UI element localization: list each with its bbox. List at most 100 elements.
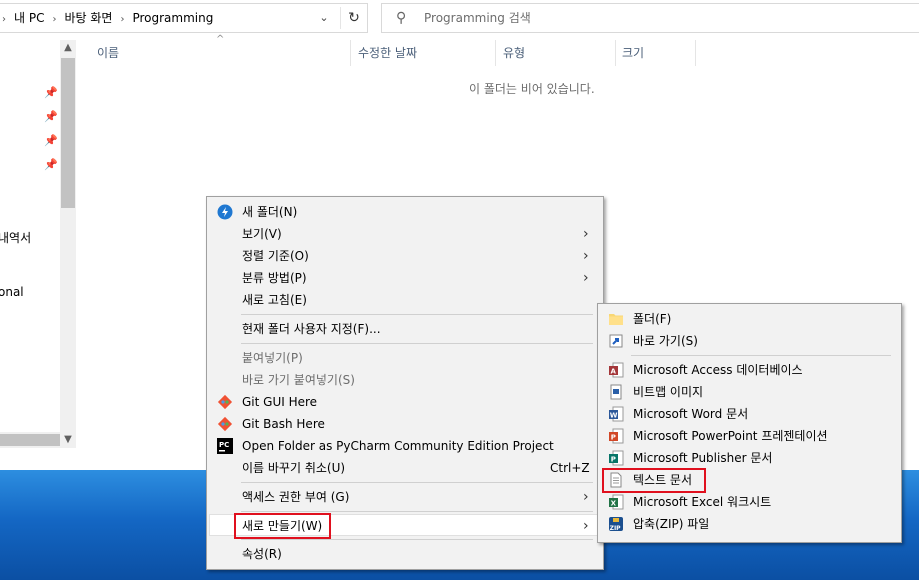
submenu-item-word[interactable]: W Microsoft Word 문서	[600, 403, 899, 425]
svg-text:P: P	[611, 434, 616, 442]
chevron-right-icon: ›	[583, 226, 589, 242]
menu-item-give-access[interactable]: 액세스 권한 부여 (G) ›	[209, 486, 601, 508]
excel-icon: X	[609, 494, 624, 510]
menu-item-git-bash[interactable]: Git Bash Here	[209, 413, 601, 435]
menu-item-label: Git GUI Here	[242, 395, 318, 409]
menu-item-label: Microsoft Word 문서	[633, 407, 749, 421]
column-divider[interactable]	[615, 40, 616, 66]
menu-item-label: 압축(ZIP) 파일	[633, 517, 710, 531]
column-header-modified[interactable]: 수정한 날짜	[358, 40, 417, 66]
menu-item-label: Microsoft Access 데이터베이스	[633, 363, 803, 377]
powerpoint-icon: P	[609, 428, 624, 444]
column-divider[interactable]	[695, 40, 696, 66]
menu-item-refresh[interactable]: 새로 고침(E)	[209, 289, 601, 311]
svg-text:W: W	[610, 412, 618, 420]
chevron-right-icon: ›	[583, 489, 589, 505]
word-icon: W	[609, 406, 624, 422]
menu-item-label: 바로 가기(S)	[633, 334, 698, 348]
submenu-item-access[interactable]: A Microsoft Access 데이터베이스	[600, 359, 899, 381]
menu-item-paste-shortcut[interactable]: 바로 가기 붙여넣기(S)	[209, 369, 601, 391]
nav-item[interactable]: onal	[0, 285, 24, 299]
submenu-item-zip[interactable]: ZIP 압축(ZIP) 파일	[600, 513, 899, 535]
column-header-type[interactable]: 유형	[503, 40, 525, 66]
menu-item-label: Open Folder as PyCharm Community Edition…	[242, 439, 554, 453]
context-menu: 새 폴더(N) 보기(V) › 정렬 기준(O) › 분류 방법(P) › 새로…	[206, 196, 604, 570]
submenu-item-publisher[interactable]: P Microsoft Publisher 문서	[600, 447, 899, 469]
menu-item-pycharm[interactable]: PC Open Folder as PyCharm Community Edit…	[209, 435, 601, 457]
menu-item-label: 새로 고침(E)	[242, 293, 307, 307]
breadcrumb-item-programming[interactable]: Programming	[132, 4, 213, 32]
empty-folder-message: 이 폴더는 비어 있습니다.	[469, 82, 595, 96]
menu-item-label: 현재 폴더 사용자 지정(F)...	[242, 322, 381, 336]
menu-item-label: 이름 바꾸기 취소(U)	[242, 461, 346, 475]
scrollbar-thumb[interactable]	[61, 58, 75, 208]
nav-item[interactable]: 내역서	[0, 229, 31, 246]
menu-item-label: 비트맵 이미지	[633, 385, 704, 399]
git-icon	[217, 394, 233, 410]
menu-item-shortcut: Ctrl+Z	[550, 461, 590, 475]
submenu-item-excel[interactable]: X Microsoft Excel 워크시트	[600, 491, 899, 513]
shortcut-icon	[609, 334, 623, 348]
pin-icon: 📌	[44, 158, 58, 171]
scrollbar-thumb[interactable]	[0, 434, 60, 446]
dropbox-icon	[217, 204, 233, 220]
breadcrumb-separator-icon: ›	[2, 14, 6, 25]
refresh-icon[interactable]: ↻	[340, 7, 367, 29]
breadcrumb-separator-icon: ›	[120, 14, 125, 25]
nav-vertical-scrollbar[interactable]: ▲ ▼	[60, 40, 76, 448]
search-icon: ⚲	[396, 10, 407, 26]
menu-separator	[241, 343, 593, 344]
menu-item-properties[interactable]: 속성(R)	[209, 543, 601, 565]
search-input[interactable]: Programming 검색	[424, 4, 531, 32]
highlight-box	[234, 513, 331, 539]
highlight-box	[602, 468, 706, 493]
svg-text:P: P	[611, 456, 616, 464]
breadcrumb: › 내 PC › 바탕 화면 › Programming	[0, 4, 213, 32]
menu-item-paste[interactable]: 붙여넣기(P)	[209, 347, 601, 369]
submenu-item-shortcut[interactable]: 바로 가기(S)	[600, 330, 899, 352]
scroll-up-icon[interactable]: ▲	[60, 40, 76, 56]
menu-item-sort-by[interactable]: 정렬 기준(O) ›	[209, 245, 601, 267]
menu-item-view[interactable]: 보기(V) ›	[209, 223, 601, 245]
zip-icon: ZIP	[609, 517, 623, 532]
chevron-down-icon[interactable]: ⌄	[317, 11, 331, 25]
chevron-right-icon: ›	[583, 248, 589, 264]
submenu-item-powerpoint[interactable]: P Microsoft PowerPoint 프레젠테이션	[600, 425, 899, 447]
menu-item-label: 분류 방법(P)	[242, 271, 307, 285]
column-divider[interactable]	[495, 40, 496, 66]
menu-separator	[631, 355, 891, 356]
menu-item-label: 새 폴더(N)	[242, 205, 298, 219]
pin-icon: 📌	[44, 86, 58, 99]
submenu-item-bitmap[interactable]: 비트맵 이미지	[600, 381, 899, 403]
menu-separator	[241, 511, 593, 512]
menu-separator	[241, 482, 593, 483]
navigation-pane: 📌 📌 📌 📌 내역서 onal	[0, 40, 60, 450]
menu-item-label: 바로 가기 붙여넣기(S)	[242, 373, 355, 387]
menu-separator	[241, 539, 593, 540]
address-bar[interactable]: › 내 PC › 바탕 화면 › Programming ⌄ ↻	[0, 3, 368, 33]
menu-item-undo-rename[interactable]: 이름 바꾸기 취소(U) Ctrl+Z	[209, 457, 601, 479]
publisher-icon: P	[609, 450, 624, 466]
breadcrumb-item-my-pc[interactable]: 내 PC	[14, 4, 44, 32]
scroll-down-icon[interactable]: ▼	[60, 432, 76, 448]
nav-horizontal-scrollbar[interactable]	[0, 432, 60, 448]
column-header-name[interactable]: 이름	[97, 40, 119, 66]
column-divider[interactable]	[350, 40, 351, 66]
folder-icon	[609, 314, 623, 325]
menu-item-group-by[interactable]: 분류 방법(P) ›	[209, 267, 601, 289]
search-box[interactable]: ⚲ Programming 검색	[381, 3, 919, 33]
menu-item-label: Microsoft Excel 워크시트	[633, 495, 772, 509]
menu-item-git-gui[interactable]: Git GUI Here	[209, 391, 601, 413]
menu-item-label: 보기(V)	[242, 227, 282, 241]
pycharm-icon: PC	[217, 438, 233, 454]
menu-item-label: 속성(R)	[242, 547, 282, 561]
menu-item-label: Git Bash Here	[242, 417, 325, 431]
menu-item-customize-folder[interactable]: 현재 폴더 사용자 지정(F)...	[209, 318, 601, 340]
svg-text:A: A	[611, 368, 617, 376]
column-header-size[interactable]: 크기	[622, 40, 644, 66]
breadcrumb-item-desktop[interactable]: 바탕 화면	[64, 4, 112, 32]
svg-text:X: X	[611, 500, 617, 508]
menu-item-label: Microsoft PowerPoint 프레젠테이션	[633, 429, 828, 443]
submenu-item-folder[interactable]: 폴더(F)	[600, 308, 899, 330]
menu-item-new-folder[interactable]: 새 폴더(N)	[209, 201, 601, 223]
